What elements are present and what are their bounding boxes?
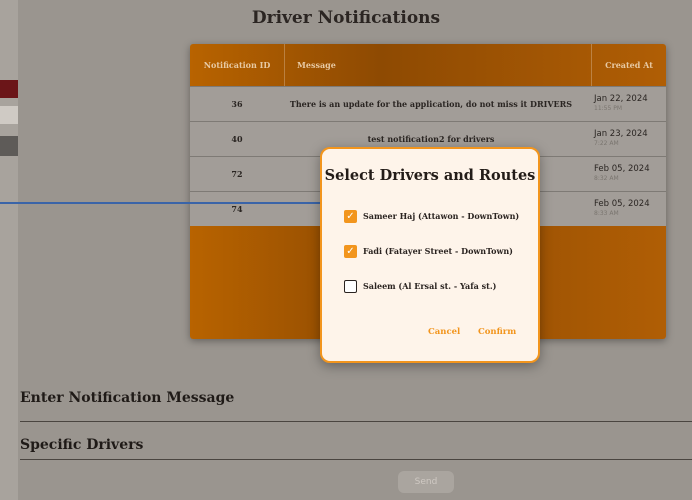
table-row[interactable]: 36 There is an update for the applicatio… xyxy=(190,86,666,121)
cell-id: 74 xyxy=(231,204,243,214)
sidebar-header-block xyxy=(0,80,18,98)
message-input-underline[interactable] xyxy=(20,421,692,422)
driver-option-saleem[interactable]: Saleem (Al Ersal st. - Yafa st.) xyxy=(344,278,496,294)
notification-message-label: Enter Notification Message xyxy=(20,390,235,406)
cell-created: Feb 05, 2024 8:32 AM xyxy=(578,164,666,184)
cell-message: There is an update for the application, … xyxy=(289,99,573,109)
header-notification-id: Notification ID xyxy=(190,44,285,86)
confirm-button[interactable]: Confirm xyxy=(478,327,516,337)
cell-created: Feb 05, 2024 8:33 AM xyxy=(578,199,666,219)
annotation-arrow-line xyxy=(0,202,322,204)
cell-id: 40 xyxy=(231,134,243,144)
driver-option-label: Saleem (Al Ersal st. - Yafa st.) xyxy=(363,281,497,291)
cell-message: test notification2 for drivers xyxy=(367,134,495,144)
cell-time: 8:32 AM xyxy=(594,175,619,182)
cell-date: Feb 05, 2024 xyxy=(594,199,650,209)
dialog-title: Select Drivers and Routes xyxy=(324,167,536,184)
specific-drivers-label[interactable]: Specific Drivers xyxy=(20,437,143,453)
checkbox-checked-icon[interactable]: ✓ xyxy=(344,209,357,223)
cell-created: Jan 22, 2024 11:55 PM xyxy=(578,94,666,114)
table-header: Notification ID Message Created At xyxy=(190,44,666,86)
checkbox-checked-icon[interactable]: ✓ xyxy=(344,244,357,258)
driver-option-label: Sameer Haj (Attawon - DownTown) xyxy=(363,211,520,221)
cell-id: 72 xyxy=(231,169,243,179)
sidebar-item xyxy=(0,136,18,156)
cell-created: Jan 23, 2024 7:22 AM xyxy=(578,129,666,149)
cancel-button[interactable]: Cancel xyxy=(428,327,460,337)
sidebar-item xyxy=(0,106,18,124)
underlying-sidebar xyxy=(0,0,18,500)
cell-id: 36 xyxy=(231,99,243,109)
page-title: Driver Notifications xyxy=(251,8,441,28)
cell-time: 11:55 PM xyxy=(594,105,622,112)
driver-option-label: Fadi (Fatayer Street - DownTown) xyxy=(363,246,513,256)
send-button[interactable]: Send xyxy=(398,471,454,493)
driver-option-fadi[interactable]: ✓ Fadi (Fatayer Street - DownTown) xyxy=(344,243,513,259)
header-message: Message xyxy=(285,44,592,86)
cell-date: Jan 22, 2024 xyxy=(594,94,648,104)
cell-time: 8:33 AM xyxy=(594,210,619,217)
divider xyxy=(20,459,692,460)
header-created-at: Created At xyxy=(605,60,653,70)
driver-option-sameer[interactable]: ✓ Sameer Haj (Attawon - DownTown) xyxy=(344,208,519,224)
cell-date: Jan 23, 2024 xyxy=(594,129,648,139)
select-drivers-dialog: Select Drivers and Routes ✓ Sameer Haj (… xyxy=(320,147,540,363)
cell-date: Feb 05, 2024 xyxy=(594,164,650,174)
checkbox-unchecked-icon[interactable] xyxy=(344,279,357,293)
cell-time: 7:22 AM xyxy=(594,140,619,147)
